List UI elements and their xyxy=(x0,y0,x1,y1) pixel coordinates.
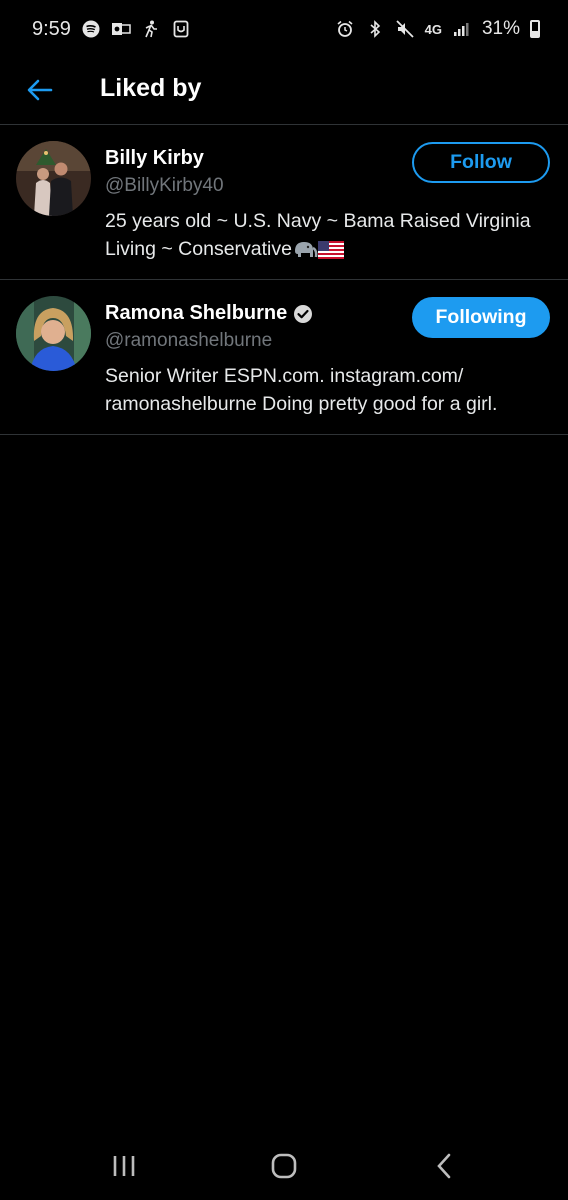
elephant-icon xyxy=(292,239,318,261)
app-header: Liked by xyxy=(0,58,568,125)
network-label: 4G xyxy=(424,21,442,37)
system-nav-bar xyxy=(0,1130,568,1200)
user-handle[interactable]: @ramonashelburne xyxy=(105,330,272,352)
signal-icon xyxy=(452,19,472,39)
following-button[interactable]: Following xyxy=(412,297,550,338)
us-flag-icon xyxy=(317,240,344,259)
status-bar: 9:59 4G 31% xyxy=(0,0,568,58)
user-row[interactable]: Billy Kirby @BillyKirby40 Follow 25 year… xyxy=(0,125,568,280)
user-bio: Senior Writer ESPN.com. instagram.com/ r… xyxy=(105,362,555,418)
status-left: 9:59 xyxy=(32,18,191,41)
mute-icon xyxy=(395,19,415,39)
user-handle[interactable]: @BillyKirby40 xyxy=(105,175,224,197)
bluetooth-icon xyxy=(365,19,385,39)
user-bio-text: Senior Writer ESPN.com. instagram.com/ r… xyxy=(105,365,498,415)
home-button[interactable] xyxy=(264,1150,304,1182)
verified-badge-icon xyxy=(293,304,313,324)
back-button[interactable] xyxy=(22,72,58,108)
user-row[interactable]: Ramona Shelburne @ramonashelburne Follow… xyxy=(0,280,568,435)
outlook-icon xyxy=(111,19,131,39)
status-right: 4G 31% xyxy=(335,18,540,40)
user-name-text: Billy Kirby xyxy=(105,147,204,169)
user-name[interactable]: Billy Kirby xyxy=(105,147,204,170)
follow-button[interactable]: Follow xyxy=(412,142,550,183)
status-time: 9:59 xyxy=(32,17,71,40)
lte-icon: 4G xyxy=(425,19,442,39)
recents-icon xyxy=(113,1156,135,1176)
back-nav-button[interactable] xyxy=(424,1150,464,1182)
battery-percent: 31% xyxy=(481,18,520,39)
back-icon xyxy=(437,1153,451,1179)
page-title: Liked by xyxy=(100,74,202,102)
user-name-text: Ramona Shelburne xyxy=(105,302,288,324)
recents-button[interactable] xyxy=(104,1150,144,1182)
home-icon xyxy=(271,1153,297,1179)
battery-icon xyxy=(530,20,540,38)
walk-icon xyxy=(141,19,161,39)
spotify-icon xyxy=(81,19,101,39)
app-icon xyxy=(171,19,191,39)
avatar[interactable] xyxy=(16,141,91,216)
arrow-left-icon xyxy=(27,79,53,101)
user-name[interactable]: Ramona Shelburne xyxy=(105,302,313,325)
avatar[interactable] xyxy=(16,296,91,371)
alarm-icon xyxy=(335,19,355,39)
user-bio: 25 years old ~ U.S. Navy ~ Bama Raised V… xyxy=(105,207,555,263)
user-list: Billy Kirby @BillyKirby40 Follow 25 year… xyxy=(0,125,568,435)
